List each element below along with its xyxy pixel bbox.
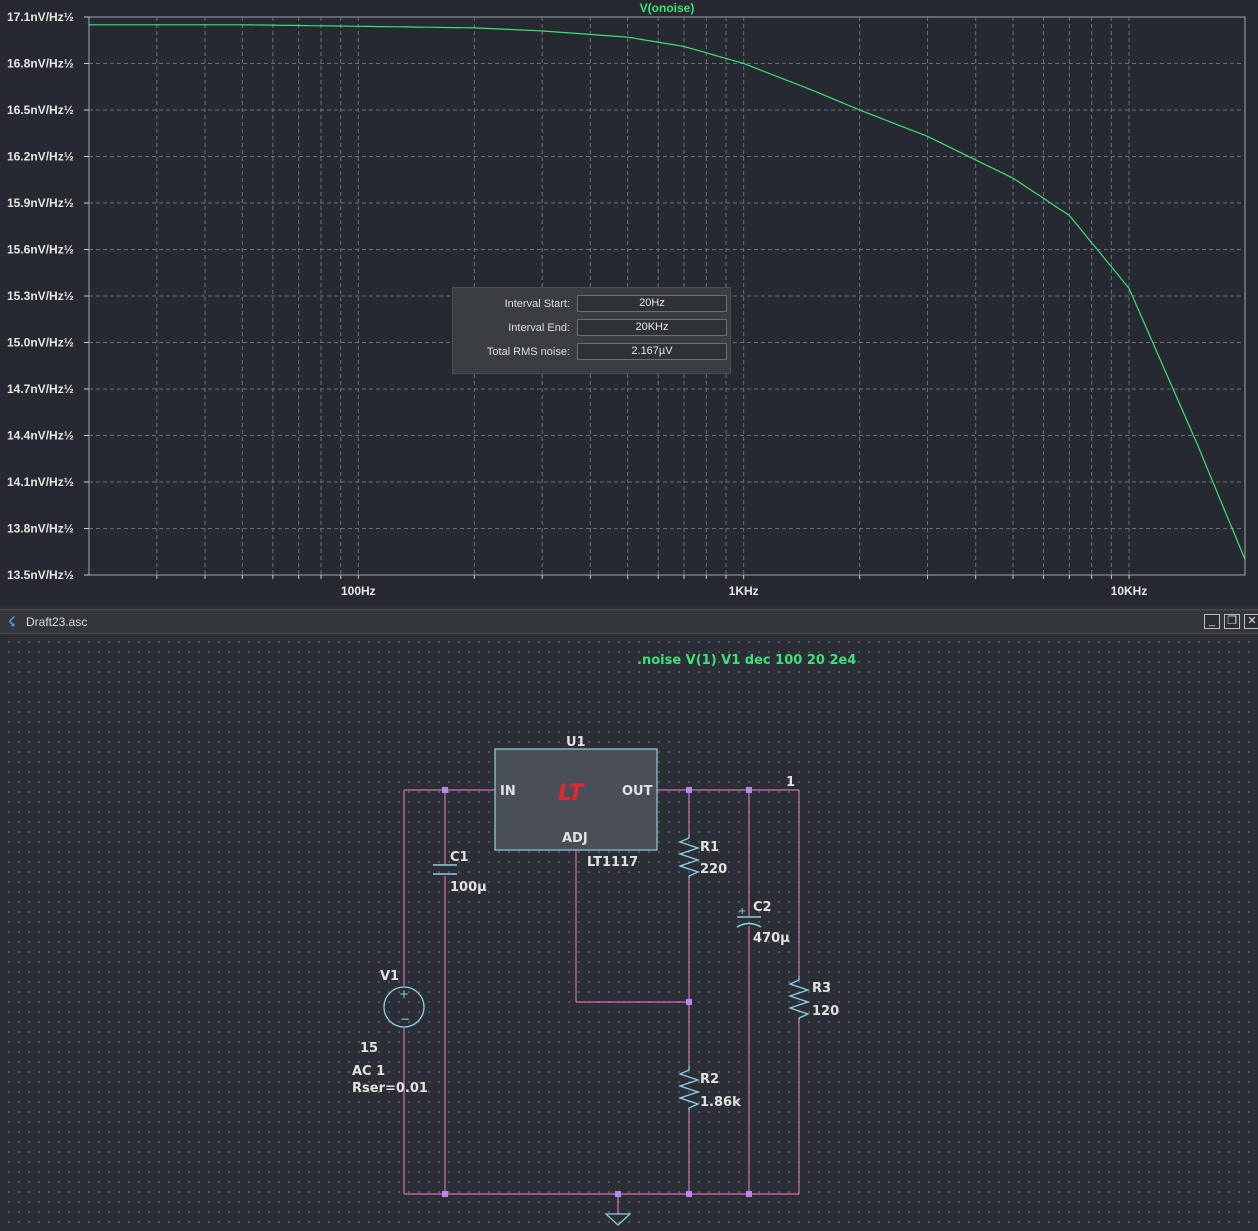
schematic-canvas[interactable]: .noise V(1) V1 dec 100 20 2e4 U1 IN OUT … xyxy=(7,636,1258,1231)
interval-end-label: Interval End: xyxy=(508,322,570,334)
u1-part[interactable]: LT1117 xyxy=(587,855,638,870)
net-label-1[interactable]: 1 xyxy=(786,775,795,790)
x-tick-label: 10KHz xyxy=(1111,584,1148,598)
r1-ref[interactable]: R1 xyxy=(700,840,719,855)
resistor-r3[interactable]: R3 120 xyxy=(787,976,839,1020)
u1-pin-adj: ADJ xyxy=(562,831,588,846)
y-tick-label: 13.5nV/Hz½ xyxy=(7,568,74,582)
noise-directive[interactable]: .noise V(1) V1 dec 100 20 2e4 xyxy=(637,653,856,668)
restore-button[interactable]: ❐ xyxy=(1224,614,1240,629)
schematic-title: Draft23.asc xyxy=(26,615,88,629)
u1-pin-in: IN xyxy=(500,784,516,799)
y-tick-label: 15.3nV/Hz½ xyxy=(7,289,74,303)
y-tick-label: 15.9nV/Hz½ xyxy=(7,196,74,210)
interval-start-field[interactable]: 20Hz xyxy=(577,295,727,312)
r3-value[interactable]: 120 xyxy=(812,1004,839,1019)
c1-value[interactable]: 100µ xyxy=(450,880,487,895)
junction-dot xyxy=(686,999,692,1005)
u1-ref[interactable]: U1 xyxy=(566,735,586,750)
total-rms-row: Total RMS noise: 2.167µV xyxy=(453,342,730,362)
trace-title[interactable]: V(onoise) xyxy=(640,1,695,15)
y-tick-label: 16.8nV/Hz½ xyxy=(7,57,74,71)
x-axis-ticks: 100Hz 1KHz 10KHz xyxy=(341,584,1147,598)
y-tick-label: 14.7nV/Hz½ xyxy=(7,382,74,396)
r3-ref[interactable]: R3 xyxy=(812,981,831,996)
y-tick-label: 15.0nV/Hz½ xyxy=(7,336,74,350)
y-tick-label: 16.2nV/Hz½ xyxy=(7,150,74,164)
schematic-titlebar[interactable]: ☇ Draft23.asc _ ❐ ✕ xyxy=(0,609,1258,634)
v1-minus-icon: − xyxy=(400,1012,410,1026)
c1-ref[interactable]: C1 xyxy=(450,850,469,865)
r2-value[interactable]: 1.86k xyxy=(700,1095,741,1110)
junction-dot xyxy=(442,1191,448,1197)
y-tick-label: 14.1nV/Hz½ xyxy=(7,475,74,489)
waveform-pane[interactable]: 17.1nV/Hz½ 16.8nV/Hz½ 16.5nV/Hz½ 16.2nV/Hz½… xyxy=(0,0,1258,605)
r1-value[interactable]: 220 xyxy=(700,862,727,877)
v1-plus-icon: + xyxy=(399,987,409,1001)
capacitor-c2[interactable]: + C2 470µ xyxy=(736,900,790,946)
total-rms-label: Total RMS noise: xyxy=(486,346,570,358)
y-tick-label: 16.5nV/Hz½ xyxy=(7,103,74,117)
x-tick-label: 100Hz xyxy=(341,584,376,598)
junction-dot xyxy=(615,1191,621,1197)
junction-dot xyxy=(746,1191,752,1197)
y-tick-label: 15.6nV/Hz½ xyxy=(7,243,74,257)
v1-dc-value[interactable]: 15 xyxy=(360,1041,378,1056)
rms-noise-dialog: Interval Start: 20Hz Interval End: 20KHz… xyxy=(452,287,731,374)
u1-regulator[interactable]: U1 IN OUT ADJ LT LT1117 xyxy=(494,735,658,870)
c2-value[interactable]: 470µ xyxy=(753,931,790,946)
total-rms-field[interactable]: 2.167µV xyxy=(577,343,727,360)
junction-dot xyxy=(686,1191,692,1197)
close-button[interactable]: ✕ xyxy=(1244,614,1258,629)
x-tick-label: 1KHz xyxy=(729,584,759,598)
capacitor-c1[interactable]: C1 100µ xyxy=(433,850,487,895)
lt-logo-icon: LT xyxy=(558,781,585,806)
resistor-r2[interactable]: R2 1.86k xyxy=(677,1066,741,1110)
v1-ref[interactable]: V1 xyxy=(380,969,399,984)
interval-start-row: Interval Start: 20Hz xyxy=(453,294,730,314)
c2-ref[interactable]: C2 xyxy=(753,900,772,915)
c2-plus-icon: + xyxy=(738,906,746,917)
u1-pin-out: OUT xyxy=(622,784,653,799)
schematic-drawing[interactable]: .noise V(1) V1 dec 100 20 2e4 U1 IN OUT … xyxy=(7,636,1258,1231)
r1-zigzag xyxy=(677,834,701,878)
interval-start-label: Interval Start: xyxy=(504,298,570,310)
y-tick-label: 14.4nV/Hz½ xyxy=(7,429,74,443)
v1-rser-value[interactable]: Rser=0.01 xyxy=(352,1081,428,1096)
resistor-r1[interactable]: R1 220 xyxy=(677,834,727,878)
minimize-button[interactable]: _ xyxy=(1204,614,1220,629)
v1-ac-value[interactable]: AC 1 xyxy=(352,1064,385,1079)
voltage-source-v1[interactable]: + − V1 15 AC 1 Rser=0.01 xyxy=(352,969,428,1096)
r2-ref[interactable]: R2 xyxy=(700,1072,719,1087)
junction-dot xyxy=(746,787,752,793)
interval-end-field[interactable]: 20KHz xyxy=(577,319,727,336)
junction-dot xyxy=(686,787,692,793)
ground-icon[interactable] xyxy=(604,1213,632,1226)
ltspice-app-icon: ☇ xyxy=(8,614,16,629)
junction-dot xyxy=(442,787,448,793)
r2-zigzag xyxy=(677,1066,701,1110)
y-tick-label: 13.8nV/Hz½ xyxy=(7,522,74,536)
r3-zigzag xyxy=(787,976,811,1020)
interval-end-row: Interval End: 20KHz xyxy=(453,318,730,338)
y-axis-ticks: 17.1nV/Hz½ 16.8nV/Hz½ 16.5nV/Hz½ 16.2nV/Hz½… xyxy=(7,10,74,582)
y-tick-label: 17.1nV/Hz½ xyxy=(7,10,74,24)
